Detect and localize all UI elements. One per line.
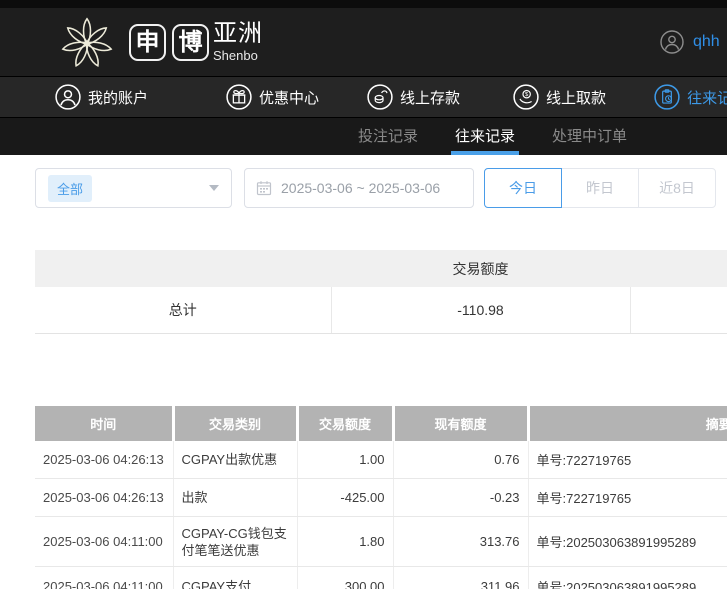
- table-row: 2025-03-06 04:11:00 CGPAY-CG钱包支付笔笔送优惠 1.…: [35, 516, 727, 567]
- cell-balance: 313.76: [392, 516, 528, 567]
- quick-date-buttons: 今日 昨日 近8日: [484, 168, 716, 208]
- summary-total-value: -110.98: [330, 287, 630, 334]
- transactions-header-row: 时间 交易类别 交易额度 现有额度 摘要: [35, 405, 727, 441]
- nav-item-transactions[interactable]: 往来记录: [654, 84, 727, 110]
- cell-amount: 1.00: [296, 440, 393, 479]
- main-nav: 我的账户 优惠中心 线上存款 $ 线上取款 往来记: [0, 76, 727, 117]
- last-8-days-button[interactable]: 近8日: [638, 168, 716, 208]
- col-header-summary: 摘要: [528, 405, 727, 441]
- yesterday-button[interactable]: 昨日: [561, 168, 639, 208]
- transactions-table: 时间 交易类别 交易额度 现有额度 摘要 2025-03-06 04:26:13…: [35, 405, 727, 589]
- user-account[interactable]: qhh: [660, 30, 720, 54]
- tab-pending-orders[interactable]: 处理中订单: [552, 118, 627, 155]
- logo-char-box: 申: [129, 23, 166, 61]
- summary-empty-cell: [629, 287, 727, 334]
- page: 申 博 亚洲 Shenbo qhh 我的账户 优惠中心 线上存款 $ 线上取款 …: [0, 0, 727, 589]
- flower-logo-icon: [61, 17, 113, 68]
- user-avatar-icon: [660, 30, 684, 54]
- nav-item-my-account[interactable]: 我的账户: [55, 84, 148, 110]
- summary-total-row: 总计 -110.98: [35, 287, 727, 334]
- summary-total-label: 总计: [35, 287, 331, 334]
- site-header: 申 博 亚洲 Shenbo qhh: [0, 8, 727, 76]
- gift-icon: [226, 84, 252, 110]
- cell-time: 2025-03-06 04:11:00: [35, 516, 173, 567]
- cell-time: 2025-03-06 04:26:13: [35, 440, 173, 479]
- col-header-time: 时间: [35, 405, 175, 441]
- calendar-icon: [256, 181, 272, 196]
- nav-label: 优惠中心: [259, 89, 320, 107]
- cell-amount: 1.80: [296, 516, 393, 567]
- top-strip: [0, 0, 727, 8]
- nav-item-withdraw[interactable]: $ 线上取款: [513, 84, 606, 110]
- col-header-type: 交易类别: [173, 405, 299, 441]
- date-range-value: 2025-03-06 ~ 2025-03-06: [281, 180, 441, 196]
- user-icon: [55, 84, 81, 110]
- cell-balance: -0.23: [392, 478, 528, 517]
- category-select[interactable]: 全部: [35, 168, 232, 208]
- tab-label: 处理中订单: [552, 128, 628, 145]
- cell-type: CGPAY-CG钱包支付笔笔送优惠: [172, 516, 297, 567]
- today-button[interactable]: 今日: [484, 168, 562, 208]
- date-range-input[interactable]: 2025-03-06 ~ 2025-03-06: [244, 168, 474, 208]
- cell-summary: 单号:722719765: [527, 478, 727, 517]
- cell-balance: 311.96: [392, 566, 528, 589]
- records-icon: [654, 84, 680, 110]
- brand-logo[interactable]: 申 博 亚洲 Shenbo: [55, 11, 263, 73]
- nav-label: 我的账户: [88, 89, 149, 107]
- nav-label: 线上存款: [400, 89, 461, 107]
- col-header-amount: 交易额度: [297, 405, 395, 441]
- cell-time: 2025-03-06 04:26:13: [35, 478, 173, 517]
- cell-amount: -425.00: [296, 478, 393, 517]
- table-row: 2025-03-06 04:11:00 CGPAY支付 300.00 311.9…: [35, 566, 727, 589]
- username[interactable]: qhh: [693, 33, 720, 51]
- summary-header-row: 交易额度: [35, 250, 727, 287]
- cell-time: 2025-03-06 04:11:00: [35, 566, 173, 589]
- tab-transaction-records[interactable]: 往来记录: [451, 118, 520, 155]
- cell-type: CGPAY支付: [172, 566, 297, 589]
- table-row: 2025-03-06 04:26:13 出款 -425.00 -0.23 单号:…: [35, 478, 727, 517]
- table-row: 2025-03-06 04:26:13 CGPAY出款优惠 1.00 0.76 …: [35, 440, 727, 479]
- sub-nav: 投注记录 往来记录 处理中订单: [0, 117, 727, 155]
- filter-row: 全部 2025-03-06 ~ 2025-03-06 今日 昨日 近8日: [35, 168, 727, 208]
- cell-summary: 单号:202503063891995289: [527, 516, 727, 567]
- nav-label: 线上取款: [546, 89, 607, 107]
- cell-summary: 单号:202503063891995289: [527, 566, 727, 589]
- summary-header-empty: [35, 250, 331, 287]
- cell-type: CGPAY出款优惠: [172, 440, 297, 479]
- summary-header-amount: 交易额度: [331, 250, 630, 287]
- tab-label: 往来记录: [455, 128, 516, 145]
- category-selected-chip[interactable]: 全部: [48, 174, 93, 202]
- cell-balance: 0.76: [392, 440, 528, 479]
- tab-betting-records[interactable]: 投注记录: [358, 118, 418, 155]
- summary-table: 交易额度 总计 -110.98: [35, 250, 727, 334]
- col-header-balance: 现有额度: [393, 405, 530, 441]
- deposit-icon: [367, 84, 393, 110]
- active-tab-underline: [451, 151, 520, 155]
- nav-label: 往来记录: [687, 89, 727, 107]
- cell-amount: 300.00: [296, 566, 393, 589]
- cell-type: 出款: [172, 478, 297, 517]
- cell-summary: 单号:722719765: [527, 440, 727, 479]
- chevron-down-icon: [209, 185, 219, 191]
- logo-char-box: 博: [172, 23, 209, 61]
- withdraw-icon: $: [513, 84, 539, 110]
- summary-header-empty: [630, 250, 727, 287]
- logo-region-text: 亚洲: [213, 19, 263, 47]
- nav-item-promotions[interactable]: 优惠中心: [226, 84, 319, 110]
- logo-latin-text: Shenbo: [213, 47, 258, 63]
- nav-item-deposit[interactable]: 线上存款: [367, 84, 460, 110]
- tab-label: 投注记录: [358, 128, 419, 145]
